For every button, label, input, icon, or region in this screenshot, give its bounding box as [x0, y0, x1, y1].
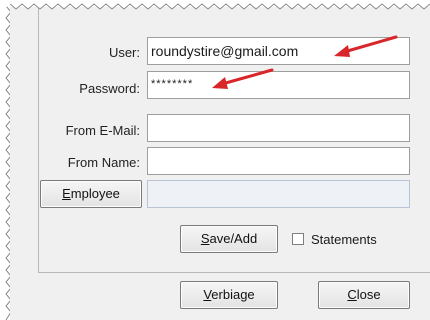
save-add-label-rest: ave/Add [209, 231, 258, 246]
employee-button[interactable]: Employee [40, 180, 142, 208]
password-field[interactable]: ******** [147, 71, 410, 99]
from-email-field[interactable] [147, 114, 410, 142]
from-email-label: From E-Mail: [65, 123, 140, 138]
close-label-rest: lose [356, 287, 381, 302]
annotation-arrow-user [334, 35, 398, 57]
annotation-arrow-password [212, 68, 274, 89]
from-name-field[interactable] [147, 147, 410, 175]
from-name-label: From Name: [67, 155, 140, 170]
torn-edge-top [0, 0, 430, 10]
arrow-head [334, 45, 350, 57]
password-label: Password: [79, 81, 140, 96]
employee-mnemonic: E [62, 186, 71, 201]
employee-label-rest: mployee [70, 186, 120, 201]
user-label: User: [108, 45, 140, 60]
close-mnemonic: C [347, 287, 357, 302]
statements-checkbox[interactable] [292, 233, 304, 245]
arrow-shaft [342, 35, 398, 54]
statements-label: Statements [311, 232, 377, 247]
arrow-head [212, 77, 228, 89]
arrow-shaft [220, 68, 274, 86]
close-button[interactable]: Close [318, 281, 410, 309]
save-add-button[interactable]: Save/Add [180, 225, 278, 253]
verbiage-label-rest: erbiage [211, 287, 255, 302]
employee-field [147, 180, 410, 208]
verbiage-button[interactable]: Verbiage [180, 281, 278, 309]
